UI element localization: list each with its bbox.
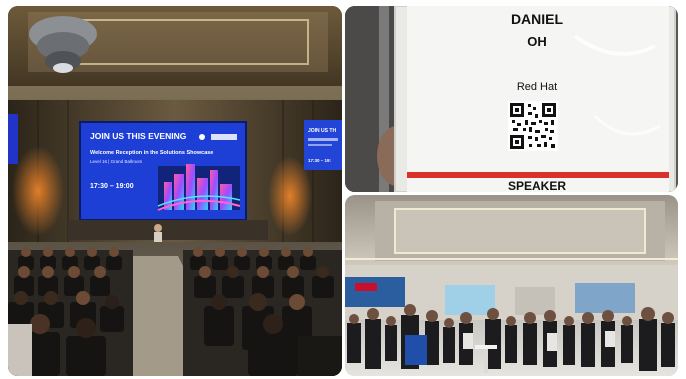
sponsor-logo-icon: [199, 134, 205, 140]
booth-backdrop: [345, 277, 405, 307]
badge-company: Red Hat: [517, 81, 557, 93]
huawei-logo-icon: [355, 283, 377, 291]
side-screen-heading: JOIN US TH: [308, 128, 336, 134]
side-event-screen: JOIN US TH 17:30 – 19:: [304, 120, 342, 170]
name-badge-photo: DANIEL OH Red Hat SPEAKER: [345, 6, 678, 192]
screen-heading: JOIN US THIS EVENING: [90, 131, 187, 141]
badge-first-name: DANIEL: [511, 11, 564, 27]
sponsor-logo-icon: [211, 134, 237, 140]
showcase-crowd-scene: [345, 195, 678, 376]
neon-city-graphic: [157, 164, 241, 211]
showcase-crowd-photo: [345, 195, 678, 376]
badge-qr-code: [508, 101, 558, 151]
blue-shirt-person: [405, 335, 427, 365]
side-screen-time: 17:30 – 19:: [308, 158, 332, 163]
screen-time: 17:30 – 19:00: [90, 183, 134, 190]
screen-location: Level 16 | Grand Ballroom: [90, 159, 142, 164]
audience-right: [183, 247, 342, 376]
badge-role: SPEAKER: [508, 179, 566, 192]
screen-event-title: Welcome Reception in the Solutions Showc…: [90, 150, 213, 156]
conference-hall-scene: JOIN US THIS EVENING Welcome Reception i…: [8, 6, 342, 376]
name-badge-scene: DANIEL OH Red Hat SPEAKER: [345, 6, 678, 192]
conference-hall-photo: JOIN US THIS EVENING Welcome Reception i…: [8, 6, 342, 376]
audience-left: [8, 247, 133, 376]
high-table: [475, 345, 497, 349]
main-event-screen: JOIN US THIS EVENING Welcome Reception i…: [79, 121, 247, 221]
booth-backdrop: [445, 285, 495, 315]
badge-last-name: OH: [527, 34, 547, 49]
